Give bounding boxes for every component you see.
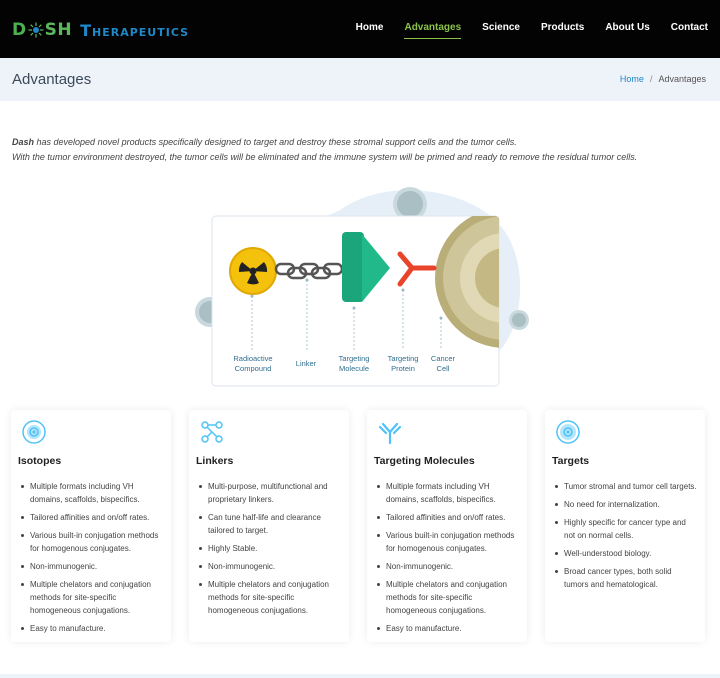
list-item: Multiple formats including VH domains, s… xyxy=(18,480,164,506)
logo-star-icon xyxy=(28,22,44,38)
card-list: Multi-purpose, multifunctional and propr… xyxy=(196,480,342,617)
logo-dash-letter-d: D xyxy=(12,20,27,40)
card-linkers: Linkers Multi-purpose, multifunctional a… xyxy=(189,410,349,642)
breadcrumb-current: Advantages xyxy=(658,74,706,84)
list-item: Easy to manufacture. xyxy=(374,622,520,635)
label-cancer-cell-1: Cancer xyxy=(431,354,456,363)
card-isotopes: Isotopes Multiple formats including VH d… xyxy=(11,410,171,642)
nav-home[interactable]: Home xyxy=(356,22,384,39)
logo-therapeutics: Therapeutics xyxy=(80,20,190,40)
list-item: Highly Stable. xyxy=(196,542,342,555)
main-nav: Home Advantages Science Products About U… xyxy=(335,22,708,39)
card-targeting-molecules: Targeting Molecules Multiple formats inc… xyxy=(367,410,527,642)
label-targeting-protein-2: Protein xyxy=(391,364,415,373)
card-list: Tumor stromal and tumor cell targets. No… xyxy=(552,480,698,591)
list-item: Well-understood biology. xyxy=(552,547,698,560)
list-item: Multiple chelators and conjugation metho… xyxy=(18,578,164,617)
list-item: Multi-purpose, multifunctional and propr… xyxy=(196,480,342,506)
floating-cell-right xyxy=(509,310,529,330)
list-item: Various built-in conjugation methods for… xyxy=(374,529,520,555)
antibody-icon xyxy=(378,422,402,445)
intro-line-1-rest: has developed novel products specificall… xyxy=(34,137,517,147)
list-item: Non-immunogenic. xyxy=(374,560,520,573)
nav-about-us[interactable]: About Us xyxy=(605,22,649,39)
list-item: Easy to manufacture. xyxy=(18,622,164,635)
breadcrumb: Home / Advantages xyxy=(620,74,706,84)
label-cancer-cell-2: Cell xyxy=(437,364,450,373)
card-list: Multiple formats including VH domains, s… xyxy=(374,480,520,635)
list-item: Highly specific for cancer type and not … xyxy=(552,516,698,542)
label-targeting-molecule-1: Targeting xyxy=(339,354,370,363)
linker-nodes-icon xyxy=(201,421,223,443)
list-item: Multiple chelators and conjugation metho… xyxy=(374,578,520,617)
page-title-bar: Advantages Home / Advantages xyxy=(0,58,720,101)
card-title: Targeting Molecules xyxy=(374,455,475,467)
list-item: Non-immunogenic. xyxy=(18,560,164,573)
list-item: Non-immunogenic. xyxy=(196,560,342,573)
nav-contact[interactable]: Contact xyxy=(671,22,708,39)
breadcrumb-separator: / xyxy=(649,74,653,84)
list-item: Can tune half-life and clearance tailore… xyxy=(196,511,342,537)
intro-brand: Dash xyxy=(12,137,35,147)
label-radioactive-compound-2: Compound xyxy=(235,364,272,373)
list-item: Various built-in conjugation methods for… xyxy=(18,529,164,555)
intro-text: Dash has developed novel products specif… xyxy=(12,135,712,165)
card-title: Linkers xyxy=(196,455,234,467)
nav-science[interactable]: Science xyxy=(482,22,520,39)
radioactive-icon xyxy=(229,247,277,295)
list-item: Multiple chelators and conjugation metho… xyxy=(196,578,342,617)
intro-line-2: With the tumor environment destroyed, th… xyxy=(12,152,638,162)
intro-line-1: Dash has developed novel products specif… xyxy=(12,135,712,150)
site-header: D SH Therapeutics Home Advantages Scienc… xyxy=(0,0,720,58)
list-item: Tumor stromal and tumor cell targets. xyxy=(552,480,698,493)
target-cell-icon xyxy=(556,420,580,444)
list-item: Broad cancer types, both solid tumors an… xyxy=(552,565,698,591)
nav-advantages[interactable]: Advantages xyxy=(404,22,461,39)
breadcrumb-home-link[interactable]: Home xyxy=(620,74,644,84)
page-title: Advantages xyxy=(12,71,92,88)
label-targeting-molecule-2: Molecule xyxy=(339,364,369,373)
isotope-target-icon xyxy=(22,420,46,444)
site-logo[interactable]: D SH Therapeutics xyxy=(12,19,189,41)
list-item: Tailored affinities and on/off rates. xyxy=(374,511,520,524)
logo-dash-letters-sh: SH xyxy=(44,20,73,40)
label-radioactive-compound-1: Radioactive xyxy=(233,354,272,363)
list-item: Tailored affinities and on/off rates. xyxy=(18,511,164,524)
list-item: No need for internalization. xyxy=(552,498,698,511)
card-title: Isotopes xyxy=(18,455,62,467)
nav-products[interactable]: Products xyxy=(541,22,584,39)
footer-divider xyxy=(0,674,720,678)
list-item: Multiple formats including VH domains, s… xyxy=(374,480,520,506)
product-illustration: Radioactive Compound Linker Targeting Mo… xyxy=(195,187,529,387)
card-title: Targets xyxy=(552,455,590,467)
card-targets: Targets Tumor stromal and tumor cell tar… xyxy=(545,410,705,642)
logo-dash: D SH xyxy=(12,20,72,40)
card-list: Multiple formats including VH domains, s… xyxy=(18,480,164,635)
label-linker: Linker xyxy=(296,359,317,368)
label-targeting-protein-1: Targeting xyxy=(388,354,419,363)
